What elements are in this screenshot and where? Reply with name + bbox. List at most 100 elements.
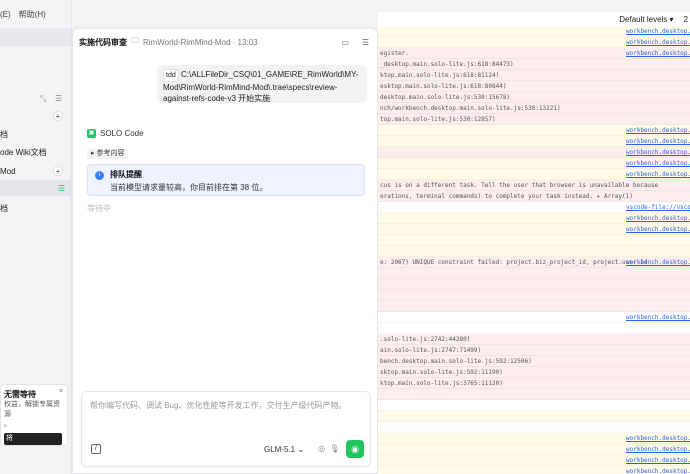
chat-header: 实施代码审查 🗀 RimWorld-RimMind-Mod · 13:03 ▭ …: [73, 29, 379, 55]
notice-title: 排队提醒: [110, 170, 142, 179]
breadcrumb: RimWorld-RimMind-Mod · 13:03: [143, 37, 258, 47]
collapse-icon[interactable]: ⤡: [40, 94, 46, 104]
filter-icon[interactable]: ☰: [55, 94, 62, 103]
log-source-link[interactable]: workbench.desktop.mai: [626, 213, 690, 223]
menu-icon[interactable]: ☰: [362, 38, 369, 47]
sidebar-item-label: 档: [0, 203, 8, 213]
log-row: ain.solo-lite.js:2747:71499): [378, 345, 690, 356]
user-message: tdd C:\ALLFileDir_CSQ\01_GAME\RE_RimWorl…: [157, 65, 367, 103]
sidebar-item-wiki[interactable]: ode Wiki文档: [0, 144, 71, 160]
log-message: nch/workbench.desktop.main.solo-lite.js:…: [380, 105, 561, 112]
console-log-panel: workbench.desktop.maiworkbench.desktop.m…: [378, 12, 690, 474]
add-session-button[interactable]: +: [53, 166, 63, 176]
log-row: cus is on a different task. Tell the use…: [378, 180, 690, 191]
sidebar-item-doc2[interactable]: 档: [0, 200, 71, 216]
log-source-link[interactable]: workbench.desktop.mai: [626, 48, 690, 58]
log-row: nch/workbench.desktop.main.solo-lite.js:…: [378, 103, 690, 114]
log-source-link[interactable]: workbench.desktop.mai: [626, 444, 690, 454]
log-level-filter[interactable]: Default levels ▾: [619, 15, 673, 24]
add-button[interactable]: +: [53, 111, 63, 121]
chat-input-box[interactable]: 帮你编写代码、调试 Bug、优化性能等开发工作，交付生产级代码产物。 / GLM…: [81, 391, 371, 467]
log-row: workbench.desktop.mai: [378, 125, 690, 136]
console-toolbar: Default levels ▾ 2: [378, 12, 690, 26]
log-row: workbench.desktop.mai: [378, 455, 690, 466]
log-row: ktop.main.solo-lite.js:618:81124): [378, 70, 690, 81]
log-row: workbench.desktop.mai: [378, 312, 690, 323]
promo-button[interactable]: 将: [4, 433, 62, 445]
log-row: workbench.desktop.mai: [378, 444, 690, 455]
log-source-link[interactable]: workbench.desktop.mai: [626, 147, 690, 157]
panel-icon[interactable]: ▭: [341, 38, 349, 47]
log-source-link[interactable]: workbench.desktop.mai: [626, 136, 690, 146]
message-chip: tdd: [163, 69, 179, 82]
log-row: [378, 290, 690, 301]
left-sidebar: (E) 帮助(H) ⤡ ☰ + 档 ode Wiki文档 Mod + ☰ 档 无…: [0, 0, 72, 474]
log-source-link[interactable]: workbench.desktop.mai: [626, 125, 690, 135]
log-message: cus is on a different task. Tell the use…: [380, 182, 659, 189]
sidebar-item-label: 档: [0, 129, 8, 139]
log-row: workbench.desktop.mai: [378, 136, 690, 147]
log-message: esktop.main.solo-lite.js:618:80844): [380, 83, 507, 90]
log-source-link[interactable]: workbench.desktop.mai: [626, 224, 690, 234]
log-message: sktop.main.solo-lite.js:592:11190): [380, 369, 503, 376]
log-row: _desktop.main.solo-lite.js:618:84473): [378, 59, 690, 70]
log-row: [378, 235, 690, 246]
log-row: workbench.desktop.mai: [378, 158, 690, 169]
promo-desc2: 。: [4, 421, 11, 428]
log-source-link[interactable]: workbench.desktop.mai: [626, 169, 690, 179]
attach-icon[interactable]: /: [91, 444, 101, 454]
log-source-link[interactable]: workbench.desktop.mai: [626, 433, 690, 443]
log-message: e: 2067) UNIQUE constraint failed: proje…: [380, 259, 648, 266]
sidebar-item-label: ode Wiki文档: [0, 147, 47, 157]
log-row: desktop.main.solo-lite.js:530:15678): [378, 92, 690, 103]
message-text: C:\ALLFileDir_CSQ\01_GAME\RE_RimWorld\MY…: [163, 70, 359, 103]
log-source-link[interactable]: vscode-file://vscode-: [626, 202, 690, 212]
log-source-link[interactable]: workbench.desktop.mai: [626, 158, 690, 168]
sidebar-item-label: Mod: [0, 166, 16, 176]
log-row: workbench.desktop.mai: [378, 433, 690, 444]
log-source-link[interactable]: workbench.desktop.mai: [626, 26, 690, 36]
log-row: [378, 411, 690, 422]
log-source-link[interactable]: workbench.desktop.mai: [626, 37, 690, 47]
model-selector[interactable]: GLM-5.1 ⌄: [264, 445, 304, 454]
close-icon[interactable]: ×: [59, 388, 63, 395]
input-placeholder[interactable]: 帮你编写代码、调试 Bug、优化性能等开发工作，交付生产级代码产物。: [90, 400, 346, 411]
queue-notice: i 排队提醒 当前模型请求量较高，你目前排在第 38 位。: [87, 164, 365, 196]
log-row: [378, 323, 690, 334]
log-row: workbench.desktop.mai: [378, 147, 690, 158]
list-icon: ☰: [57, 183, 65, 193]
sidebar-search-box[interactable]: [0, 28, 71, 46]
send-button[interactable]: ◉: [346, 440, 364, 458]
promo-card: 无需等待 权益，解锁专属资源 。 将 ×: [0, 384, 68, 446]
log-message: egister.: [380, 50, 409, 57]
log-row: [378, 389, 690, 400]
chevron-down-icon: ⌄: [297, 445, 305, 454]
log-message: top.main.solo-lite.js:530:12857): [380, 116, 496, 123]
log-row: [378, 422, 690, 433]
log-source-link[interactable]: workbench.desktop.mai: [626, 312, 690, 322]
reference-toggle[interactable]: ▸ 参考内容: [87, 149, 129, 159]
log-row: .solo-lite.js:2742:44280): [378, 334, 690, 345]
issue-count: 2: [683, 14, 688, 24]
reference-label: 参考内容: [96, 150, 125, 157]
log-message: _desktop.main.solo-lite.js:618:84473): [380, 61, 514, 68]
sidebar-item-doc[interactable]: 档: [0, 126, 71, 142]
log-row: workbench.desktop.mai: [378, 37, 690, 48]
menu-item-edit[interactable]: (E): [0, 10, 11, 19]
voice-icon[interactable]: ◎ 🎙: [318, 444, 340, 453]
log-source-link[interactable]: workbench.desktop.mai: [626, 257, 690, 267]
menu-item-help[interactable]: 帮助(H): [19, 9, 46, 20]
log-source-link[interactable]: workbench.desktop.mai: [626, 455, 690, 465]
log-message: desktop.main.solo-lite.js:530:15678): [380, 94, 511, 101]
log-source-link[interactable]: workbench.desktop.mai: [626, 466, 690, 474]
folder-icon: 🗀: [131, 36, 139, 45]
log-row: e: 2067) UNIQUE constraint failed: proje…: [378, 257, 690, 268]
log-message: ktop.main.solo-lite.js:618:81124): [380, 72, 500, 79]
sidebar-item-active[interactable]: ☰: [0, 180, 71, 196]
log-message: ktop.main.solo-lite.js:3765:11120): [380, 380, 503, 387]
log-row: vscode-file://vscode-: [378, 202, 690, 213]
log-row: esktop.main.solo-lite.js:618:80844): [378, 81, 690, 92]
model-name: GLM-5.1: [264, 445, 296, 454]
log-message: .solo-lite.js:2742:44280): [380, 336, 471, 343]
log-row: sktop.main.solo-lite.js:592:11190): [378, 367, 690, 378]
